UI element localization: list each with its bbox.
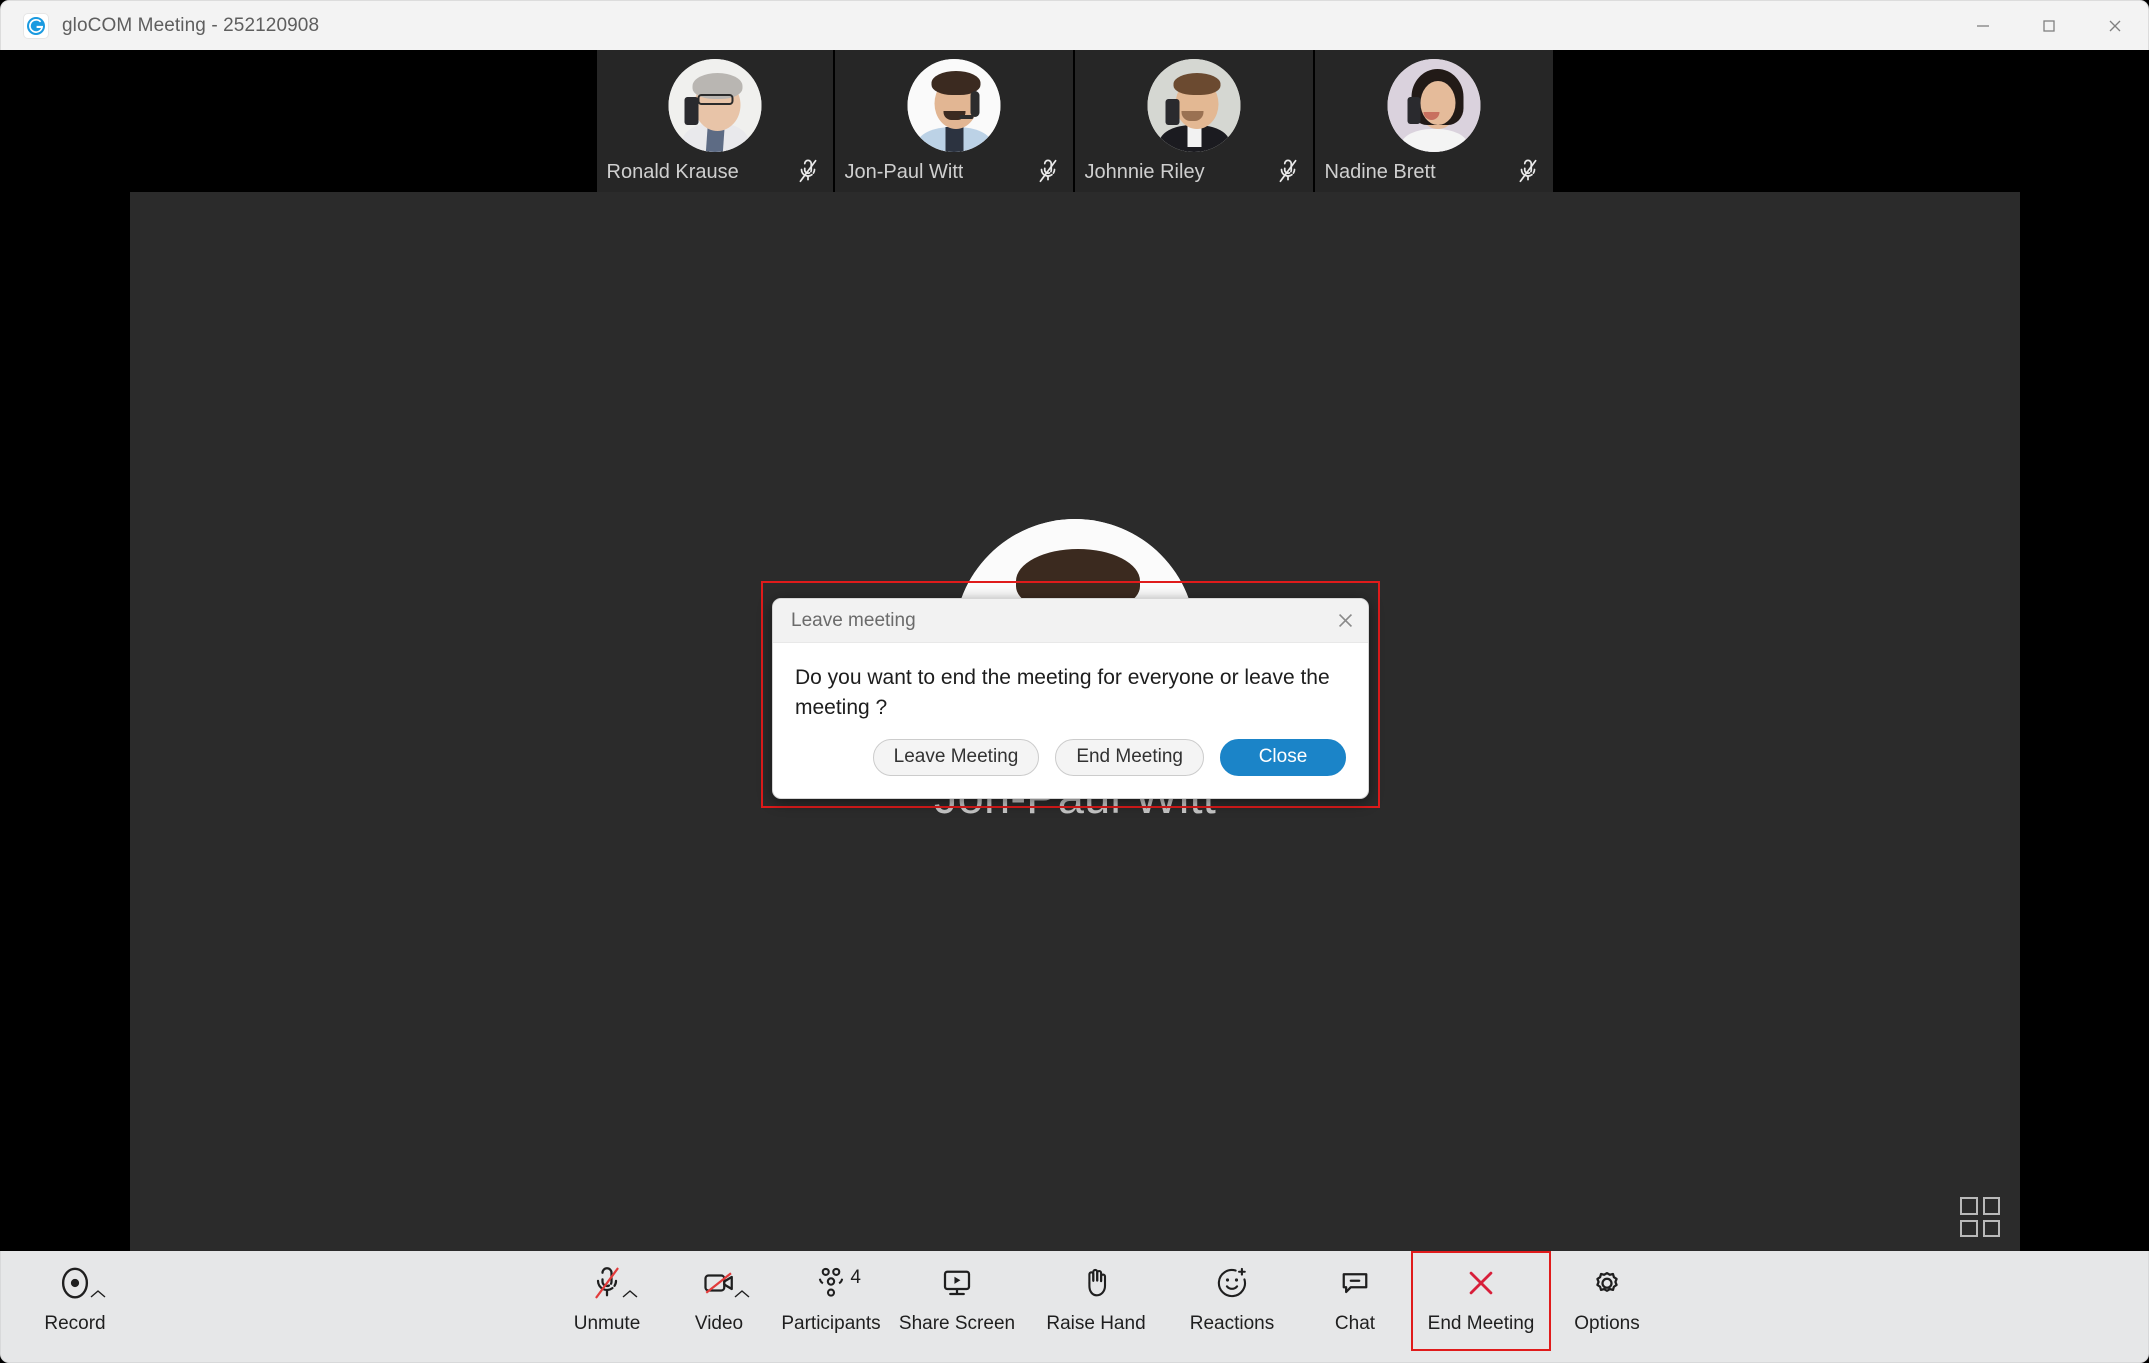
dialog-actions: Leave Meeting End Meeting Close [773,723,1368,776]
minimize-icon[interactable] [1950,1,2016,51]
avatar [1387,59,1480,152]
participant-name: Ronald Krause [606,161,739,183]
video-off-icon [691,1261,750,1305]
participant-name: Nadine Brett [1324,161,1436,183]
participant-thumbnail[interactable]: Johnnie Riley [1074,50,1315,192]
reactions-icon [1204,1261,1260,1305]
leave-meeting-button[interactable]: Leave Meeting [872,738,1040,776]
toolbar-label: End Meeting [1427,1313,1535,1334]
close-icon[interactable] [2082,1,2148,51]
mic-muted-icon [1275,158,1301,184]
maximize-icon[interactable] [2016,1,2082,51]
grid-view-icon[interactable] [1960,1197,2000,1237]
glocom-logo-icon [23,12,49,39]
chat-icon [1327,1261,1383,1305]
close-icon[interactable] [1322,599,1368,643]
close-button[interactable]: Close [1220,738,1346,776]
grid-cell [1960,1219,1978,1237]
window-controls [1950,1,2148,51]
avatar [907,59,1000,152]
gear-icon [1579,1261,1635,1305]
toolbar-label: Raise Hand [1046,1313,1146,1334]
toolbar-item-reactions[interactable]: Reactions [1165,1251,1299,1351]
toolbar-label: Participants [781,1313,881,1334]
toolbar-label: Unmute [573,1313,641,1334]
chevron-up-icon[interactable] [619,1287,641,1301]
glocom-meeting-window: gloCOM Meeting - 252120908 Ronald Krause… [0,0,2149,1363]
raise-hand-icon [1068,1261,1124,1305]
toolbar-item-chat[interactable]: Chat [1299,1251,1411,1351]
toolbar-item-options[interactable]: Options [1551,1251,1663,1351]
grid-cell [1982,1219,2000,1237]
toolbar-label: Chat [1334,1313,1376,1334]
avatar [668,59,761,152]
record-icon [47,1261,106,1305]
toolbar-item-video[interactable]: Video [663,1251,775,1351]
participant-thumbnail[interactable]: Jon-Paul Witt [834,50,1075,192]
share-screen-icon [929,1261,985,1305]
mic-muted-icon [795,158,821,184]
end-meeting-icon [1453,1261,1509,1305]
dialog-titlebar: Leave meeting [773,599,1368,643]
grid-cell [1982,1197,2000,1215]
toolbar-label: Video [694,1313,744,1334]
chevron-up-icon[interactable] [87,1287,109,1301]
dialog-title: Leave meeting [791,609,916,631]
grid-cell [1960,1197,1978,1215]
participant-name: Jon-Paul Witt [844,161,964,183]
avatar [1147,59,1240,152]
toolbar-item-raise-hand[interactable]: Raise Hand [1027,1251,1165,1351]
meeting-toolbar: Record Unmute Video 4 Participants Share… [0,1251,2149,1363]
toolbar-label: Record [44,1313,106,1334]
window-title: gloCOM Meeting - 252120908 [62,14,320,36]
toolbar-item-participants[interactable]: 4 Participants [775,1251,887,1351]
dialog-message: Do you want to end the meeting for every… [795,666,1330,719]
mic-muted-icon [1035,158,1061,184]
leave-meeting-dialog: Leave meeting Do you want to end the mee… [772,598,1369,799]
participant-strip: Ronald Krause Jon-Paul Witt Johnnie Rile… [0,50,2149,192]
toolbar-label: Reactions [1189,1313,1275,1334]
titlebar-left: gloCOM Meeting - 252120908 [1,12,320,39]
window-titlebar: gloCOM Meeting - 252120908 [0,0,2149,50]
toolbar-item-share-screen[interactable]: Share Screen [887,1251,1027,1351]
participant-thumbnail[interactable]: Nadine Brett [1314,50,1555,192]
participants-icon: 4 [803,1261,861,1305]
participants-count: 4 [850,1267,861,1288]
mic-muted-icon [579,1261,638,1305]
end-meeting-button[interactable]: End Meeting [1055,738,1204,776]
dialog-body: Do you want to end the meeting for every… [773,643,1368,723]
toolbar-item-end-meeting[interactable]: End Meeting [1411,1251,1551,1351]
participant-name: Johnnie Riley [1084,161,1205,183]
toolbar-item-record[interactable]: Record [19,1251,131,1351]
participant-thumbnail[interactable]: Ronald Krause [594,50,835,192]
toolbar-item-unmute[interactable]: Unmute [551,1251,663,1351]
toolbar-label: Share Screen [898,1313,1016,1334]
toolbar-label: Options [1574,1313,1640,1334]
chevron-up-icon[interactable] [731,1287,753,1301]
mic-muted-icon [1515,158,1541,184]
